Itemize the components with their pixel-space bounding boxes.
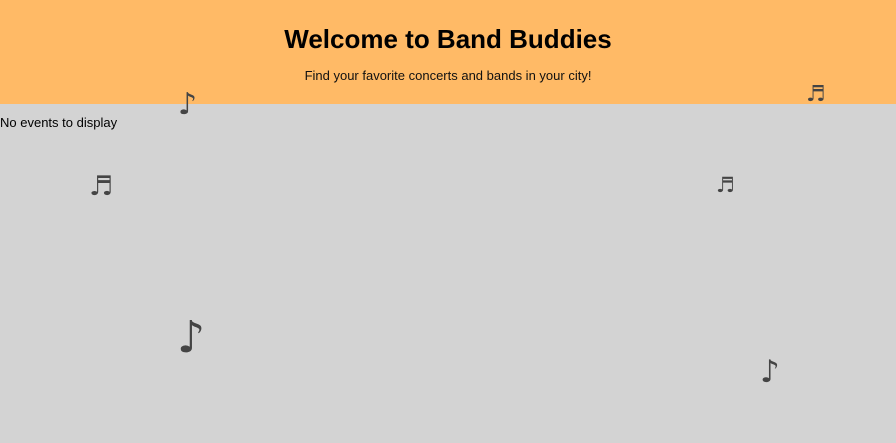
empty-events-message: No events to display	[0, 115, 118, 130]
beamed-notes-icon: ♬	[716, 173, 735, 197]
beamed-notes-icon: ♬	[806, 82, 826, 107]
page-title: Welcome to Band Buddies	[284, 24, 612, 54]
eighth-note-icon: ♪	[177, 312, 206, 363]
eighth-note-icon: ♪	[760, 354, 780, 390]
page-subtitle: Find your favorite concerts and bands in…	[304, 68, 592, 83]
beamed-notes-icon: ♬	[89, 171, 114, 202]
eighth-note-icon: ♪	[178, 87, 198, 122]
page-header: Welcome to Band Buddies Find your favori…	[0, 0, 896, 104]
